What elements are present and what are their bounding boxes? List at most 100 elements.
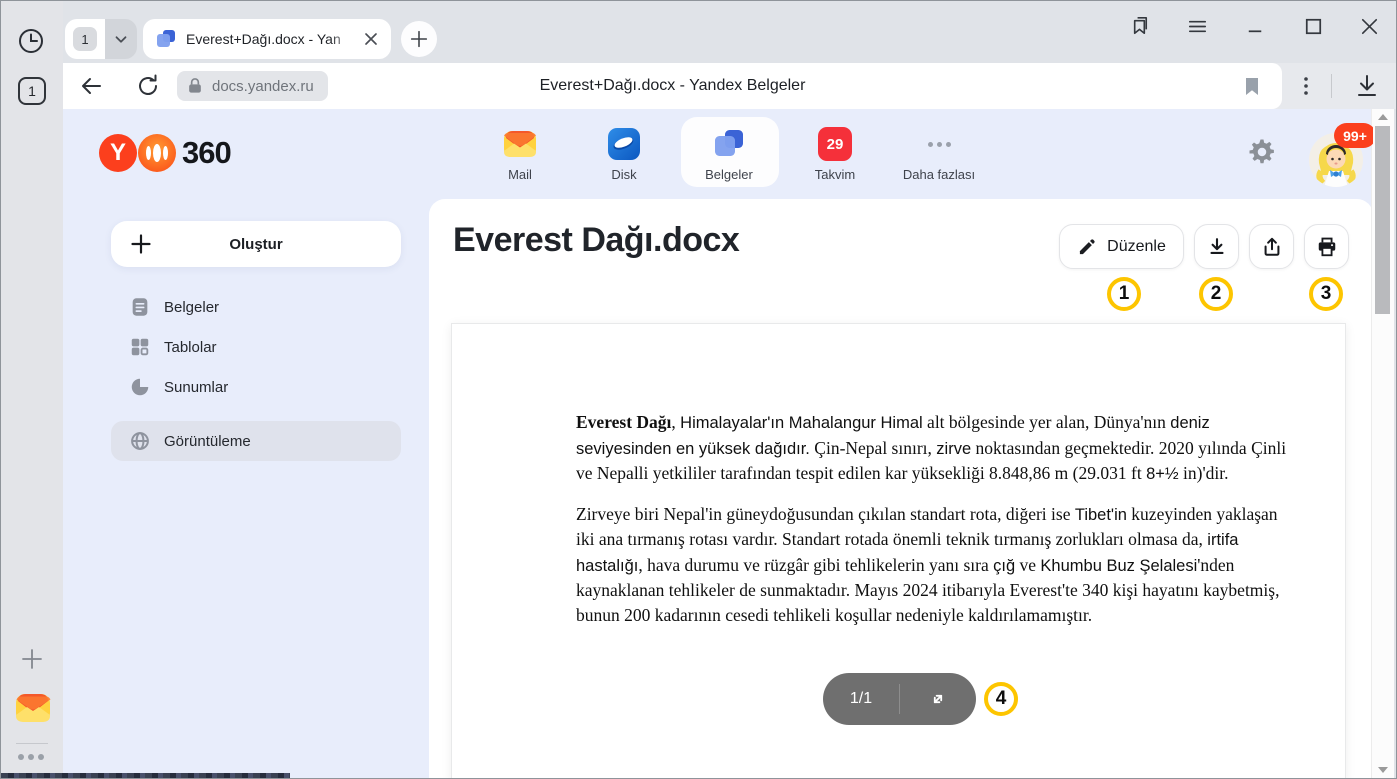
downloads-icon[interactable] [1353, 72, 1381, 100]
page-scrollbar[interactable] [1371, 109, 1394, 778]
tab-group-count[interactable]: 1 [65, 19, 105, 59]
nav-item-disk[interactable]: Disk [572, 119, 676, 189]
bookmark-icon[interactable] [1240, 74, 1264, 98]
browser-left-rail: 1 [1, 1, 63, 778]
sidebar-item-tablolar[interactable]: Tablolar [111, 327, 401, 367]
docs-icon [712, 127, 746, 161]
share-button[interactable] [1249, 224, 1294, 269]
download-button[interactable] [1194, 224, 1239, 269]
tab-group-chevron[interactable] [105, 19, 137, 59]
annotation-3: 3 [1309, 277, 1343, 311]
edit-button[interactable]: Düzenle [1059, 224, 1184, 269]
toolbar: docs.yandex.ru Everest+Dağı.docx - Yande… [63, 63, 1396, 109]
nav-label: Belgeler [705, 167, 753, 182]
sidebar-item-goruntuleme[interactable]: Görüntüleme [111, 421, 401, 461]
sidebar-item-belgeler[interactable]: Belgeler [111, 287, 401, 327]
bottom-clipped-strip [1, 773, 290, 778]
url-text: docs.yandex.ru [212, 78, 314, 95]
create-button[interactable]: Oluştur [111, 221, 401, 267]
reload-icon[interactable] [134, 72, 162, 100]
side-panel-icon[interactable] [1122, 9, 1156, 43]
notification-badge: 99+ [1334, 123, 1373, 148]
active-tab[interactable]: Everest+Dağı.docx - Yan [143, 19, 391, 59]
edit-button-label: Düzenle [1107, 238, 1166, 256]
expand-icon [927, 688, 949, 710]
nav-label: Takvim [815, 167, 855, 182]
document-view-panel: Everest Dağı.docx Düzenle [429, 199, 1373, 779]
fullscreen-button[interactable] [900, 688, 976, 710]
web-content: Y 360 Mail [63, 109, 1373, 779]
rail-divider [16, 743, 48, 744]
document-text: Everest Dağı, Himalayalar'ın Mahalangur … [576, 410, 1290, 642]
browser-menu-icon[interactable] [1180, 9, 1214, 43]
yandex-docs-favicon [155, 28, 177, 50]
sidebar-item-label: Görüntüleme [164, 433, 251, 450]
rail-add-icon[interactable] [18, 645, 46, 673]
ellipsis-icon [928, 127, 951, 161]
nav-item-more[interactable]: Daha fazlası [887, 119, 991, 189]
sidebar-item-sunumlar[interactable]: Sunumlar [111, 367, 401, 407]
lock-icon [185, 76, 205, 96]
history-icon[interactable] [15, 25, 47, 57]
nav-item-takvim[interactable]: 29 Takvim [783, 119, 887, 189]
tab-group-pill[interactable]: 1 [65, 19, 137, 59]
tab-title: Everest+Dağı.docx - Yan [186, 31, 361, 47]
pie-icon [129, 376, 151, 398]
back-icon[interactable] [77, 72, 105, 100]
y360-o-icon [138, 134, 176, 172]
share-icon [1261, 236, 1283, 258]
sidebar: Oluştur Belgeler Tablolar [63, 199, 429, 779]
address-bar[interactable]: docs.yandex.ru Everest+Dağı.docx - Yande… [63, 63, 1282, 109]
sidebar-item-label: Belgeler [164, 299, 219, 316]
plus-icon [408, 28, 430, 50]
nav-label: Disk [611, 167, 636, 182]
nav-item-mail[interactable]: Mail [468, 119, 572, 189]
settings-gear-icon[interactable] [1247, 137, 1277, 167]
annotation-1: 1 [1107, 277, 1141, 311]
grid-icon [129, 336, 151, 358]
download-icon [1206, 236, 1228, 258]
site-identity-badge[interactable]: docs.yandex.ru [177, 71, 328, 101]
tab-counter-label: 1 [28, 83, 36, 99]
scrollbar-thumb[interactable] [1375, 126, 1390, 314]
plus-icon [129, 232, 153, 256]
logo-text: 360 [182, 135, 231, 171]
create-button-label: Oluştur [111, 236, 401, 253]
sidebar-item-label: Sunumlar [164, 379, 228, 396]
print-button[interactable] [1304, 224, 1349, 269]
minimize-button[interactable] [1238, 9, 1272, 43]
tab-strip: 1 Everest+Dağı.docx - Yan [63, 1, 1396, 63]
document-icon [129, 296, 151, 318]
annotation-2: 2 [1199, 277, 1233, 311]
maximize-button[interactable] [1296, 9, 1330, 43]
chevron-down-icon [112, 30, 130, 48]
globe-icon [129, 430, 151, 452]
y360-logo[interactable]: Y 360 [99, 133, 231, 173]
more-options-icon[interactable] [1294, 74, 1318, 98]
close-window-button[interactable] [1352, 9, 1386, 43]
nav-label: Mail [508, 167, 532, 182]
new-tab-button[interactable] [401, 21, 437, 57]
printer-icon [1316, 236, 1338, 258]
sidebar-item-label: Tablolar [164, 339, 217, 356]
scroll-down-arrow[interactable] [1376, 764, 1390, 776]
calendar-icon: 29 [818, 127, 852, 161]
y360-header: Y 360 Mail [63, 109, 1373, 199]
tab-group-count-label: 1 [73, 27, 97, 51]
scroll-up-arrow[interactable] [1376, 111, 1390, 123]
pencil-icon [1077, 237, 1097, 257]
page-number: 1/1 [823, 690, 899, 708]
mail-icon [503, 127, 537, 161]
disk-icon [607, 127, 641, 161]
tab-counter-button[interactable]: 1 [18, 77, 46, 105]
nav-label: Daha fazlası [903, 167, 975, 182]
nav-item-belgeler[interactable]: Belgeler [677, 119, 781, 189]
toolbar-divider [1331, 74, 1332, 98]
rail-more-icon[interactable] [18, 749, 48, 765]
yandex-mail-app-icon[interactable] [14, 689, 52, 727]
yandex-y-icon: Y [99, 134, 137, 172]
tab-close-icon[interactable] [361, 29, 381, 49]
annotation-4: 4 [984, 682, 1018, 716]
page-indicator-pill[interactable]: 1/1 [823, 673, 976, 725]
document-title: Everest Dağı.docx [453, 221, 739, 260]
